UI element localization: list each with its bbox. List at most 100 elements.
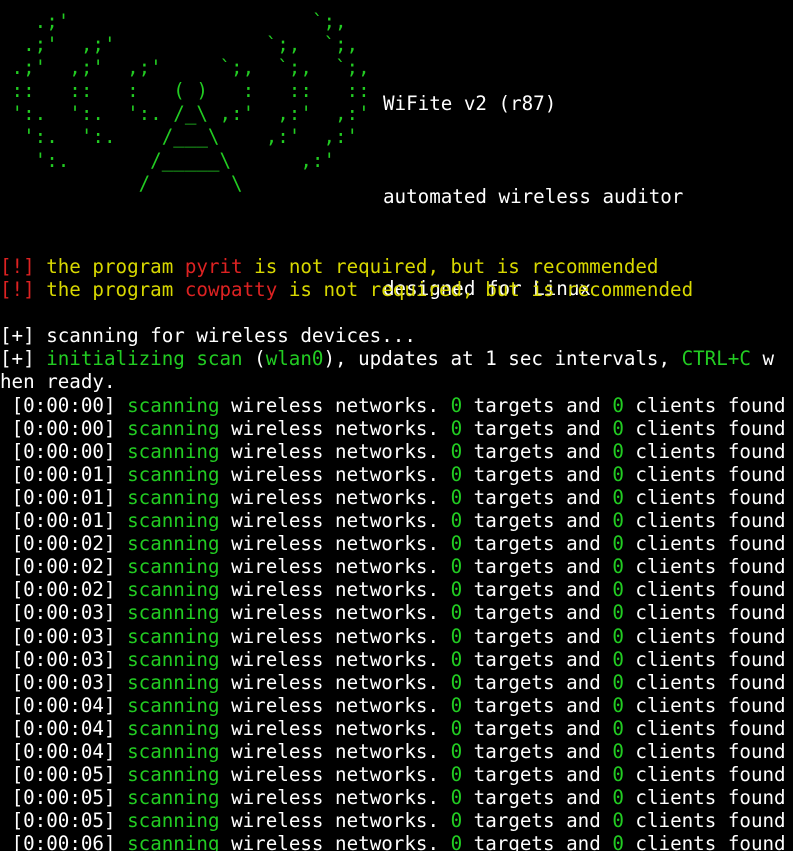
warning-text: is not required, but is recommended: [242, 255, 659, 278]
app-title: WiFite v2 (r87): [383, 92, 557, 116]
scan-space: [0, 671, 12, 694]
wifite-antenna-logo: .;' `;, .;' ,;' `;, `;, .;' ,;' ,;' `;, …: [0, 10, 393, 195]
scan-text: targets and: [462, 462, 613, 486]
scan-text: targets and: [462, 509, 613, 533]
scan-text: targets and: [462, 555, 613, 579]
target-count: 0: [450, 647, 463, 671]
client-count: 0: [612, 555, 624, 579]
scan-text: wireless networks.: [219, 670, 451, 694]
scan-text: wireless networks.: [219, 462, 451, 486]
client-count: 0: [612, 578, 624, 602]
scan-space: [116, 509, 128, 532]
scan-status: scanning: [127, 739, 220, 763]
target-count: 0: [450, 439, 463, 463]
scan-space: [116, 486, 128, 509]
target-count: 0: [450, 485, 463, 509]
scan-status: scanning: [127, 532, 220, 556]
scan-space: [0, 717, 12, 740]
scan-text: targets and: [462, 416, 613, 440]
timestamp: [0:00:03]: [11, 647, 116, 671]
scan-space: [0, 509, 12, 532]
warning-line: [!] the program cowpatty is not required…: [0, 278, 786, 301]
logo-line: .;' ,;' ,;' `;, `;, `;,: [0, 56, 393, 80]
info-tag: [+]: [0, 347, 35, 371]
scan-status: scanning: [127, 393, 220, 417]
scan-log-line: [0:00:00] scanning wireless networks. 0 …: [0, 394, 786, 417]
scan-text: targets and: [462, 763, 613, 787]
scan-status: scanning: [127, 647, 220, 671]
target-count: 0: [450, 786, 463, 810]
scan-text: clients found: [623, 693, 786, 717]
client-count: 0: [612, 786, 624, 810]
scan-space: [0, 740, 12, 763]
timestamp: [0:00:05]: [11, 763, 116, 787]
terminal-output: [!] the program pyrit is not required, b…: [0, 255, 786, 851]
scan-space: [116, 694, 128, 717]
scan-text: targets and: [462, 693, 613, 717]
timestamp: [0:00:00]: [11, 416, 116, 440]
scan-space: [0, 578, 12, 601]
logo-line: .;' ,;' `;, `;,: [0, 33, 393, 57]
scan-space: [116, 532, 128, 555]
scan-space: [0, 832, 12, 851]
timestamp: [0:00:01]: [11, 485, 116, 509]
logo-line: ':. ':. /___\ ,:' ,:': [0, 125, 393, 149]
scan-text: clients found: [623, 716, 786, 740]
target-count: 0: [450, 532, 463, 556]
info-line-wrap: hen ready.: [0, 370, 116, 394]
scan-status: scanning: [127, 439, 220, 463]
scan-text: wireless networks.: [219, 763, 451, 787]
scan-text: wireless networks.: [219, 509, 451, 533]
scan-text: clients found: [623, 509, 786, 533]
scan-text: targets and: [462, 670, 613, 694]
scan-status: scanning: [127, 601, 220, 625]
interface-name: wlan0: [265, 347, 324, 371]
scan-text: clients found: [623, 416, 786, 440]
scan-text: targets and: [462, 809, 613, 833]
scan-status: scanning: [127, 578, 220, 602]
timestamp: [0:00:00]: [11, 393, 116, 417]
scan-log-line: [0:00:06] scanning wireless networks. 0 …: [0, 832, 786, 851]
scan-log-line: [0:00:02] scanning wireless networks. 0 …: [0, 555, 786, 578]
scan-space: [116, 671, 128, 694]
scan-text: targets and: [462, 439, 613, 463]
scan-text: wireless networks.: [219, 601, 451, 625]
scan-text: targets and: [462, 786, 613, 810]
timestamp: [0:00:04]: [11, 716, 116, 740]
terminal-window[interactable]: .;' `;, .;' ,;' `;, `;, .;' ,;' ,;' `;, …: [0, 0, 793, 851]
scan-space: [116, 625, 128, 648]
client-count: 0: [612, 393, 624, 417]
scan-space: [0, 786, 12, 809]
timestamp: [0:00:06]: [11, 832, 116, 851]
logo-line: :: :: : ( ) : :: ::: [0, 79, 393, 103]
scan-text: targets and: [462, 578, 613, 602]
scan-log-line: [0:00:00] scanning wireless networks. 0 …: [0, 440, 786, 463]
scan-text: clients found: [623, 647, 786, 671]
warning-text: the program: [34, 255, 185, 278]
info-text: ), updates at 1 sec intervals,: [323, 347, 682, 371]
scan-status: scanning: [127, 693, 220, 717]
warning-tag: [!]: [0, 278, 35, 302]
scan-text: wireless networks.: [219, 739, 451, 763]
scan-text: clients found: [623, 578, 786, 602]
timestamp: [0:00:03]: [11, 624, 116, 648]
scan-status: scanning: [127, 763, 220, 787]
scan-log-line: [0:00:04] scanning wireless networks. 0 …: [0, 694, 786, 717]
logo-line: .;' `;,: [0, 10, 393, 33]
scan-space: [116, 717, 128, 740]
scan-text: wireless networks.: [219, 532, 451, 556]
timestamp: [0:00:03]: [11, 670, 116, 694]
scan-text: targets and: [462, 739, 613, 763]
scan-space: [116, 555, 128, 578]
target-count: 0: [450, 716, 463, 740]
scan-text: wireless networks.: [219, 647, 451, 671]
target-count: 0: [450, 462, 463, 486]
scan-log: [0:00:00] scanning wireless networks. 0 …: [0, 394, 786, 851]
target-count: 0: [450, 693, 463, 717]
scan-text: clients found: [623, 555, 786, 579]
scan-log-line: [0:00:03] scanning wireless networks. 0 …: [0, 625, 786, 648]
scan-text: targets and: [462, 832, 613, 851]
scan-log-line: [0:00:05] scanning wireless networks. 0 …: [0, 786, 786, 809]
target-count: 0: [450, 809, 463, 833]
